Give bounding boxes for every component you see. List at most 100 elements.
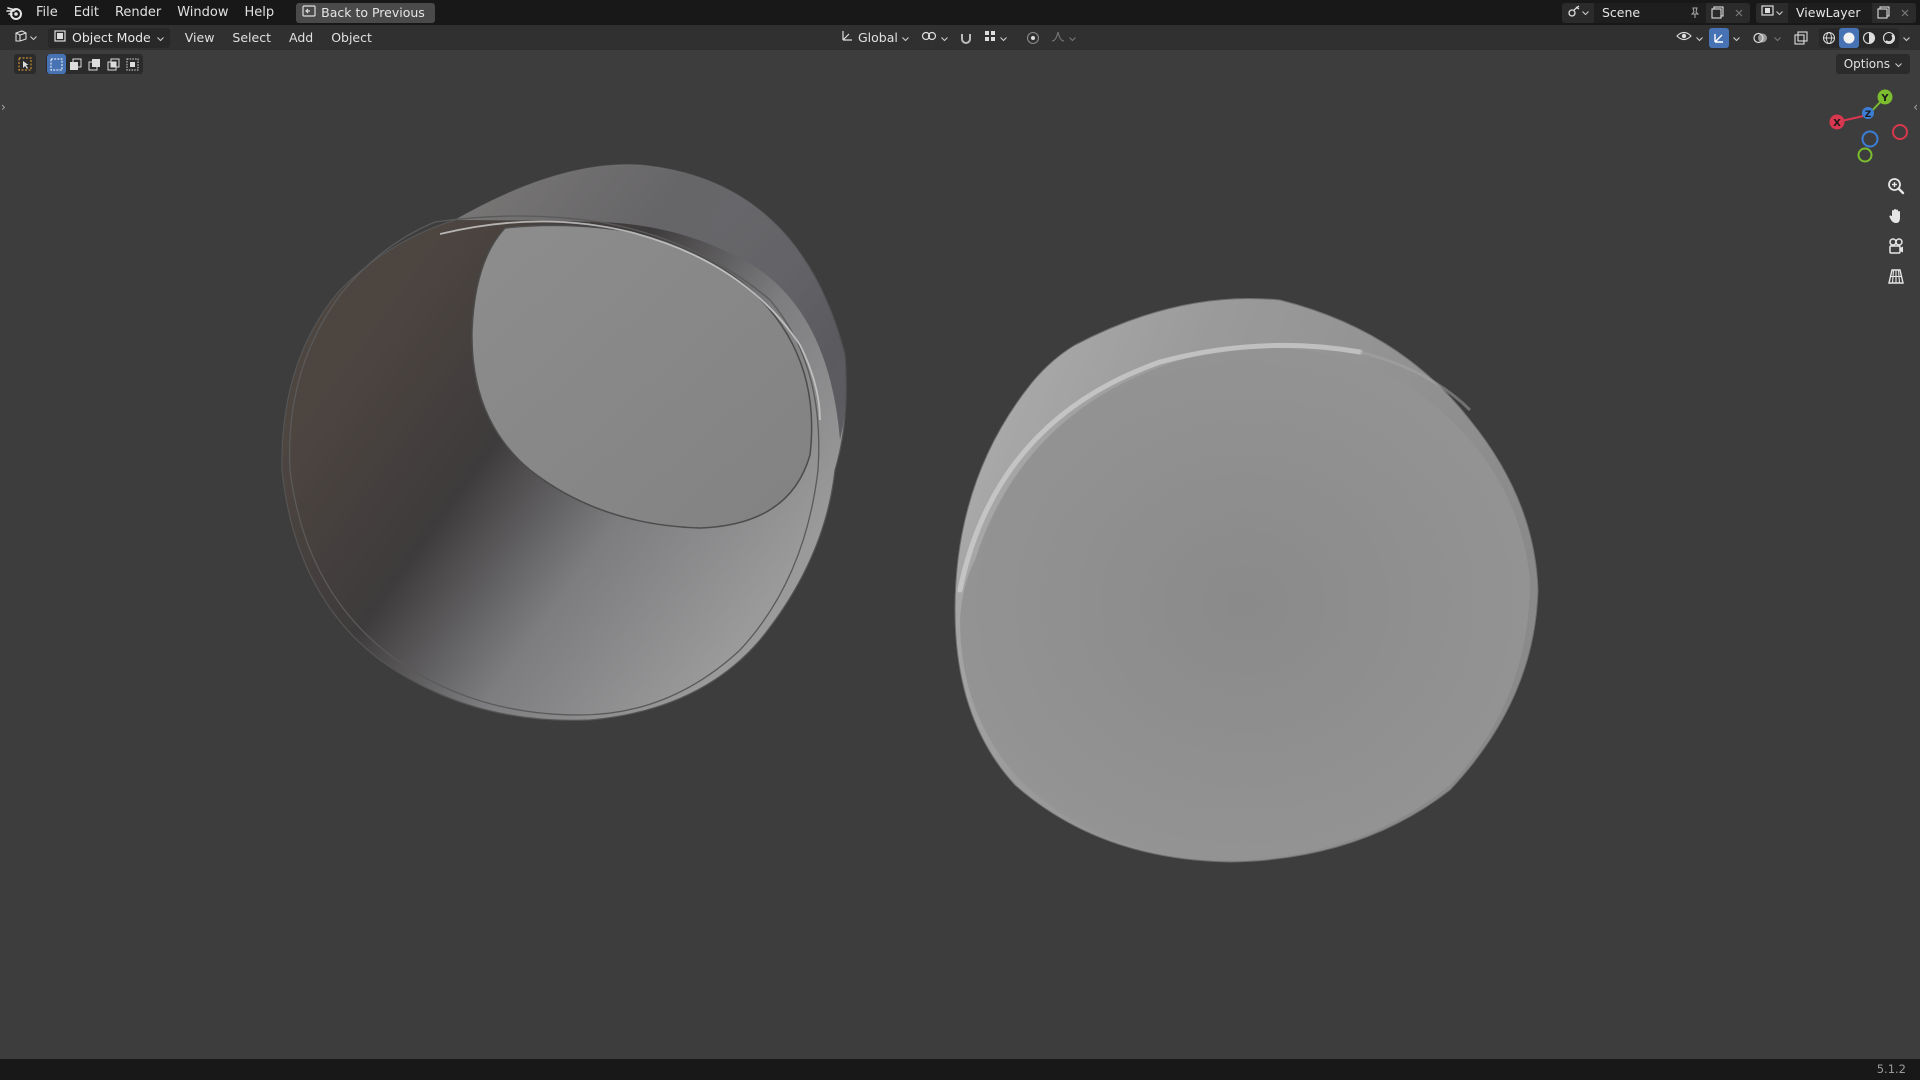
cylinder-cup-object[interactable] (281, 164, 847, 721)
visibility-dropdown[interactable] (1672, 28, 1707, 48)
overlays-toggle-icon[interactable] (1750, 28, 1770, 48)
chevron-down-icon (1776, 5, 1783, 20)
view-menu[interactable]: View (176, 30, 224, 45)
transform-tools: Global (836, 25, 1080, 50)
scene-icon (1567, 4, 1581, 22)
3d-viewport-icon (14, 29, 28, 47)
scene-name-field[interactable]: Scene (1594, 2, 1684, 23)
version-label: 5.1.2 (1876, 1062, 1906, 1076)
navigation-gizmo[interactable]: Z Y X (1820, 82, 1920, 172)
editor-type-button[interactable] (10, 28, 40, 48)
solid-shading-icon[interactable] (1839, 27, 1859, 48)
pin-icon[interactable] (1684, 2, 1706, 23)
camera-view-icon[interactable] (1883, 233, 1909, 259)
topbar-right: Scene ViewLayer (1562, 0, 1920, 25)
pivot-point-dropdown[interactable] (917, 28, 952, 48)
object-mode-label: Object Mode (72, 30, 151, 45)
chevron-down-icon (1895, 57, 1902, 71)
snap-target-dropdown[interactable] (980, 28, 1011, 48)
cylinder-lid-object[interactable] (954, 297, 1539, 863)
view-layer-name-field[interactable]: ViewLayer (1788, 2, 1872, 23)
3d-viewport[interactable] (0, 50, 1920, 1059)
gizmo-neg-x-handle[interactable] (1892, 124, 1908, 140)
chevron-down-icon (999, 30, 1007, 45)
zoom-view-icon[interactable] (1883, 173, 1909, 199)
back-to-previous-button[interactable]: Back to Previous (296, 2, 435, 23)
menu-window[interactable]: Window (169, 0, 236, 25)
menu-file[interactable]: File (28, 0, 66, 25)
eye-icon (1676, 30, 1692, 45)
blender-window: File Edit Render Window Help Back to Pre… (0, 0, 1920, 1080)
selection-mode-subtract-icon[interactable] (85, 54, 104, 74)
orientation-axes-icon (840, 29, 854, 46)
gizmo-neg-z-handle[interactable] (1861, 130, 1879, 148)
select-menu[interactable]: Select (223, 30, 280, 45)
delete-view-layer-icon[interactable] (1894, 2, 1916, 23)
proportional-editing-icon[interactable] (1023, 28, 1043, 48)
new-scene-icon[interactable] (1706, 2, 1728, 23)
selection-mode-new-icon[interactable] (47, 54, 66, 74)
orthographic-grid-icon[interactable] (1883, 263, 1909, 289)
gizmo-z-label: Z (1865, 110, 1872, 120)
xray-toggle-icon[interactable] (1791, 28, 1811, 48)
menu-help[interactable]: Help (237, 0, 283, 25)
snap-grid-icon (984, 30, 996, 45)
transform-orientation-label: Global (858, 30, 898, 45)
blender-logo-icon[interactable] (0, 0, 28, 25)
add-menu[interactable]: Add (280, 30, 322, 45)
chevron-down-icon (29, 30, 37, 45)
chevron-down-icon (1696, 30, 1703, 45)
options-dropdown[interactable]: Options (1835, 54, 1910, 74)
chevron-down-icon (1903, 30, 1910, 45)
falloff-curve-icon (1051, 30, 1065, 45)
wireframe-shading-icon[interactable] (1819, 28, 1839, 48)
select-box-tool-icon[interactable] (14, 54, 36, 74)
pan-hand-icon[interactable] (1883, 203, 1909, 229)
status-bar: 5.1.2 (0, 1059, 1920, 1080)
back-screen-icon (302, 5, 316, 20)
gizmo-y-label: Y (1880, 93, 1889, 104)
selection-mode-group (46, 54, 143, 74)
gizmo-neg-y-handle[interactable] (1857, 147, 1873, 163)
chevron-down-icon (1733, 30, 1740, 45)
toolbar-expand-chevron-icon[interactable]: › (1, 100, 6, 114)
selection-mode-invert-icon[interactable] (104, 54, 123, 74)
selection-mode-extend-icon[interactable] (66, 54, 85, 74)
chevron-down-icon (901, 30, 909, 45)
material-preview-shading-icon[interactable] (1859, 28, 1879, 48)
delete-scene-icon[interactable] (1728, 2, 1750, 23)
view-layer-selector: ViewLayer (1756, 2, 1916, 23)
top-menu-bar: File Edit Render Window Help Back to Pre… (0, 0, 1920, 25)
options-label: Options (1843, 57, 1890, 71)
shading-mode-group (1819, 27, 1899, 48)
view-layer-browse-button[interactable] (1756, 2, 1788, 23)
viewport-header: Object Mode View Select Add Object Globa… (0, 25, 1920, 50)
gizmo-x-label: X (1833, 118, 1841, 129)
shading-options-dropdown[interactable] (1901, 28, 1912, 48)
transform-orientation-dropdown[interactable]: Global (836, 28, 913, 48)
menu-edit[interactable]: Edit (66, 0, 107, 25)
scene-browse-button[interactable] (1562, 2, 1594, 23)
overlays-dropdown[interactable] (1772, 28, 1783, 48)
gizmo-toggle-icon[interactable] (1709, 27, 1729, 48)
chevron-down-icon (940, 30, 948, 45)
object-mode-icon (54, 30, 66, 45)
view-layer-icon (1761, 4, 1775, 21)
object-menu[interactable]: Object (322, 30, 381, 45)
new-view-layer-icon[interactable] (1872, 2, 1894, 23)
viewport-display-tools (1672, 25, 1912, 50)
tool-settings-row (14, 54, 143, 74)
menu-render[interactable]: Render (107, 0, 169, 25)
gizmo-options-dropdown[interactable] (1731, 28, 1742, 48)
object-mode-dropdown[interactable]: Object Mode (48, 27, 170, 48)
scene-selector: Scene (1562, 2, 1750, 23)
chevron-down-icon (1774, 30, 1781, 45)
chevron-down-icon (1582, 5, 1589, 20)
rendered-shading-icon[interactable] (1879, 28, 1899, 48)
chevron-down-icon (156, 30, 164, 45)
back-to-previous-label: Back to Previous (321, 5, 425, 20)
snap-toggle-icon[interactable] (956, 28, 976, 48)
selection-mode-intersect-icon[interactable] (123, 54, 142, 74)
proportional-falloff-dropdown[interactable] (1047, 28, 1080, 48)
pivot-point-icon (921, 29, 937, 46)
